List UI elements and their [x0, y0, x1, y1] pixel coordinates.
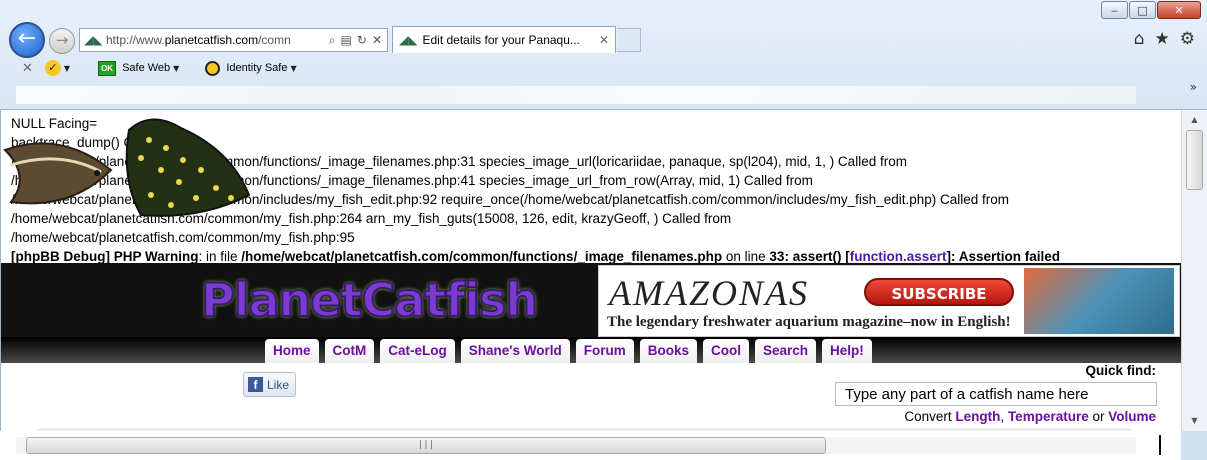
- subscribe-button[interactable]: SUBSCRIBE NOW!: [864, 278, 1014, 331]
- nav-item-shanes-world[interactable]: Shane's World: [460, 339, 570, 363]
- horizontal-scrollbar[interactable]: |||: [0, 431, 1181, 460]
- compat-icon[interactable]: ▤: [341, 33, 352, 48]
- window-controls: ‒ □ ✕: [1101, 1, 1201, 19]
- identity-safe-icon: [205, 60, 221, 76]
- debug-line: /home/webcat/planetcatfish.com/common/my…: [11, 230, 355, 245]
- scroll-down-icon[interactable]: ▼: [1186, 413, 1203, 429]
- facebook-icon: f: [248, 377, 263, 392]
- planetcatfish-logo[interactable]: PlanetCatfish: [200, 272, 539, 328]
- norton-toolbar: ✕ ✓ ▼ OK Safe Web ▼ Identity Safe ▼: [0, 56, 1207, 80]
- nav-item-search[interactable]: Search: [755, 339, 817, 363]
- tab-active[interactable]: ◢◣ Edit details for your Panaqu... ✕: [392, 26, 616, 53]
- minimize-button[interactable]: ‒: [1101, 1, 1128, 19]
- vertical-scrollbar[interactable]: ▲ ▼: [1181, 110, 1207, 431]
- favorites-star-icon[interactable]: ★: [1155, 29, 1170, 49]
- address-bar[interactable]: ◢◣ http://www.planetcatfish.com/comn ⌕ ▤…: [79, 28, 388, 52]
- convert-volume-link[interactable]: Volume: [1108, 409, 1156, 424]
- address-bar-icons: ⌕ ▤ ↻ ✕: [329, 33, 387, 48]
- convert-prefix: Convert: [904, 409, 956, 424]
- identity-safe-button[interactable]: Identity Safe: [226, 62, 287, 74]
- stop-icon[interactable]: ✕: [372, 33, 382, 48]
- chevron-more-icon[interactable]: »: [1190, 80, 1197, 94]
- quick-find-input[interactable]: [835, 382, 1157, 406]
- page-viewport: NULL Facing= backtrace_dump() Called fro…: [0, 110, 1181, 460]
- close-toolbar-icon[interactable]: ✕: [22, 61, 33, 76]
- favorites-bar-redacted: [16, 86, 1136, 104]
- warning-func: : assert() [: [784, 249, 850, 264]
- catfish-image: [3, 118, 251, 217]
- url-prefix: http://www.: [106, 33, 165, 47]
- catfish-favicon-icon: ◢◣: [399, 33, 418, 47]
- chevron-down-icon[interactable]: ▼: [64, 64, 70, 73]
- new-tab-button[interactable]: [617, 28, 641, 52]
- scroll-up-icon[interactable]: ▲: [1186, 112, 1203, 128]
- convert-temperature-link[interactable]: Temperature: [1008, 409, 1089, 424]
- nav-item-cat-elog[interactable]: Cat-eLog: [380, 339, 455, 363]
- tab-title: Edit details for your Panaqu...: [422, 33, 580, 47]
- catfish-favicon-icon: ◢◣: [84, 33, 103, 47]
- safe-web-button[interactable]: Safe Web: [122, 62, 170, 74]
- amazonas-ad[interactable]: AMAZONAS SUBSCRIBE NOW! The legendary fr…: [598, 265, 1180, 337]
- scrollbar-edge: [1159, 435, 1161, 455]
- nav-item-cool[interactable]: Cool: [703, 339, 750, 363]
- convert-separator: ,: [1000, 409, 1008, 424]
- quick-find-label: Quick find:: [1085, 363, 1157, 378]
- url-text[interactable]: http://www.planetcatfish.com/comn: [106, 33, 329, 47]
- forward-button[interactable]: →: [49, 28, 75, 54]
- browser-chrome: ‒ □ ✕ ← → ◢◣ http://www.planetcatfish.co…: [0, 0, 1207, 110]
- url-rest: /comn: [258, 33, 291, 47]
- norton-check-icon[interactable]: ✓: [44, 60, 61, 76]
- nav-item-cotm[interactable]: CotM: [324, 339, 375, 363]
- warning-text: : in file: [198, 249, 242, 264]
- magazine-cover-image: [1024, 268, 1174, 334]
- convert-length-link[interactable]: Length: [955, 409, 1000, 424]
- tab-close-icon[interactable]: ✕: [599, 33, 609, 47]
- nav-item-forum[interactable]: Forum: [575, 339, 634, 363]
- arrow-right-icon: →: [55, 31, 69, 49]
- facebook-like-button[interactable]: f Like: [243, 372, 297, 397]
- warning-prefix: [phpBB Debug] PHP Warning: [11, 249, 199, 264]
- vertical-scroll-thumb[interactable]: [1186, 130, 1203, 190]
- chevron-down-icon[interactable]: ▼: [173, 64, 179, 73]
- close-window-button[interactable]: ✕: [1157, 1, 1201, 19]
- safe-web-badge: OK: [98, 60, 117, 76]
- nav-item-help[interactable]: Help!: [822, 339, 872, 363]
- nav-item-books[interactable]: Books: [639, 339, 698, 363]
- url-domain: planetcatfish.com: [164, 33, 259, 47]
- convert-links: Convert Length, Temperature or Volume: [904, 409, 1156, 424]
- warning-message: ]: Assertion failed: [946, 249, 1061, 264]
- convert-separator: or: [1088, 409, 1109, 424]
- home-icon[interactable]: ⌂: [1134, 29, 1145, 49]
- like-label: Like: [267, 377, 290, 392]
- refresh-icon[interactable]: ↻: [357, 33, 367, 48]
- maximize-button[interactable]: □: [1129, 1, 1156, 19]
- arrow-left-icon: ←: [17, 26, 37, 51]
- gear-icon[interactable]: ⚙: [1180, 29, 1195, 49]
- horizontal-scroll-thumb[interactable]: |||: [26, 437, 826, 454]
- favorites-bar: »: [0, 80, 1207, 109]
- chevron-down-icon[interactable]: ▼: [290, 64, 296, 73]
- main-nav: Home CotM Cat-eLog Shane's World Forum B…: [265, 339, 872, 363]
- warning-line: 33: [769, 249, 785, 264]
- warning-file: /home/webcat/planetcatfish.com/common/fu…: [241, 249, 723, 264]
- function-assert-link[interactable]: function.assert: [850, 249, 947, 264]
- ad-tagline: The legendary freshwater aquarium magazi…: [607, 314, 1011, 330]
- browser-right-icons: ⌂ ★ ⚙: [1134, 29, 1195, 49]
- nav-item-home[interactable]: Home: [265, 339, 319, 363]
- search-icon[interactable]: ⌕: [329, 33, 336, 48]
- back-button[interactable]: ←: [9, 22, 45, 58]
- warning-text: on line: [722, 249, 770, 264]
- ad-title: AMAZONAS: [609, 273, 809, 313]
